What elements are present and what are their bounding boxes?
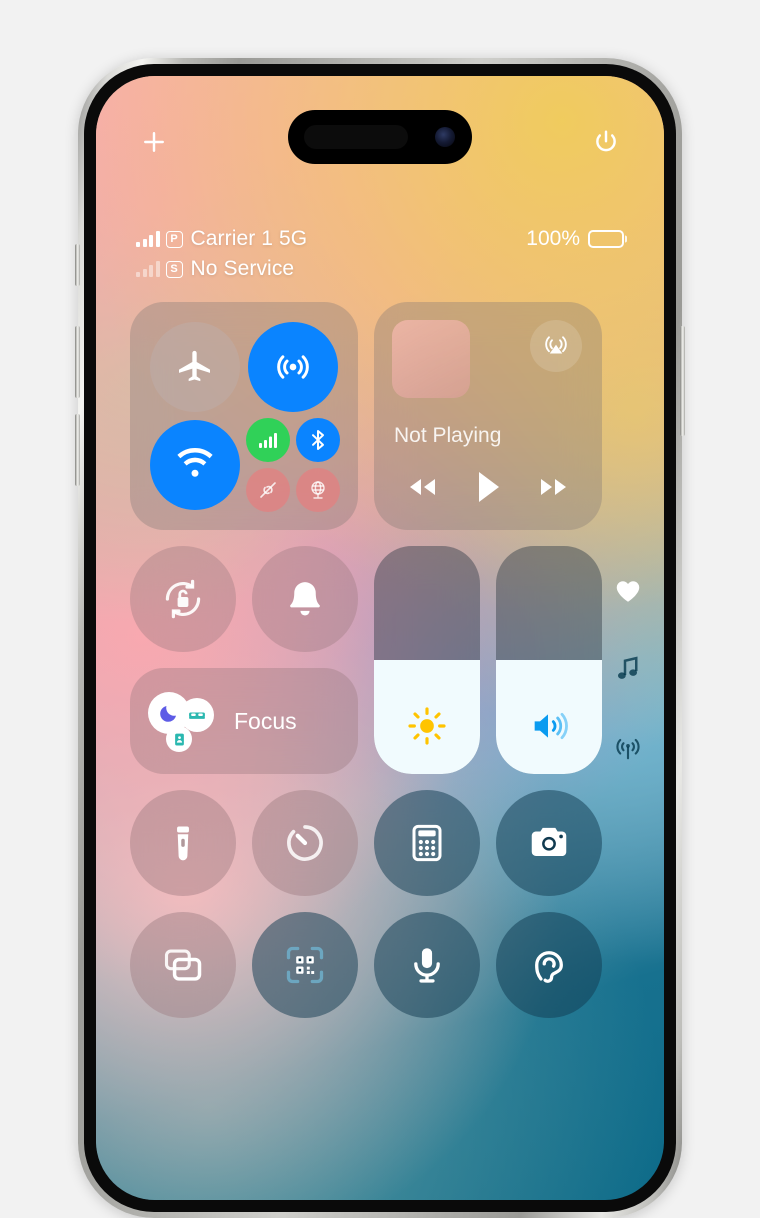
album-artwork — [392, 320, 470, 398]
power-icon[interactable] — [592, 128, 620, 156]
play-button[interactable] — [471, 468, 505, 506]
status-bar: P Carrier 1 5G 100% S No Service — [96, 224, 664, 284]
code-scanner-button[interactable] — [252, 912, 358, 1018]
battery-icon — [588, 230, 624, 248]
airplane-mode-toggle[interactable] — [150, 322, 240, 412]
status-line-primary: P Carrier 1 5G 100% — [136, 224, 624, 254]
fast-forward-icon — [540, 479, 566, 495]
broadcast-icon — [616, 738, 640, 760]
camera-button[interactable] — [496, 790, 602, 896]
silent-mode-toggle[interactable] — [252, 546, 358, 652]
speaker-icon — [534, 712, 568, 740]
flashlight-button[interactable] — [130, 790, 236, 896]
sim-badge-secondary: S — [165, 260, 183, 278]
plus-icon[interactable] — [140, 128, 168, 156]
cellular-data-toggle[interactable] — [246, 418, 290, 462]
airdrop-icon — [277, 355, 309, 379]
bluetooth-toggle[interactable] — [296, 418, 340, 462]
phone-screen: P Carrier 1 5G 100% S No Service Not Pla… — [96, 76, 664, 1200]
signal-bars-secondary — [136, 261, 160, 277]
top-controls-bar — [96, 122, 664, 162]
focus-icon-stack — [148, 688, 224, 754]
bell-icon — [290, 582, 320, 616]
volume-icon-wrap — [496, 706, 602, 746]
timer-icon — [287, 825, 323, 861]
left-controls-column: Focus — [130, 546, 358, 774]
wifi-toggle[interactable] — [150, 420, 240, 510]
media-transport-controls — [374, 468, 602, 506]
airdrop-toggle[interactable] — [248, 322, 338, 412]
media-module: Not Playing — [374, 302, 602, 530]
play-icon — [478, 472, 499, 502]
focus-label: Focus — [234, 707, 297, 734]
vpn-toggle[interactable] — [296, 468, 340, 512]
airplane-icon — [179, 350, 210, 382]
cellular-icon — [259, 433, 277, 448]
qr-code-icon — [286, 946, 324, 984]
connectivity-module — [130, 302, 358, 530]
rewind-icon — [410, 479, 436, 495]
screen-mirroring-button[interactable] — [130, 912, 236, 1018]
heart-icon — [616, 581, 640, 602]
brightness-slider[interactable] — [374, 546, 480, 774]
app-shortcuts-grid — [130, 790, 630, 1018]
airplay-button[interactable] — [530, 320, 582, 372]
work-icon — [166, 726, 192, 752]
volume-up-button[interactable] — [75, 326, 80, 398]
hotspot-icon — [260, 482, 276, 498]
rewind-button[interactable] — [404, 472, 442, 502]
status-line-secondary: S No Service — [136, 254, 624, 284]
focus-button[interactable]: Focus — [130, 668, 358, 774]
phone-bezel: P Carrier 1 5G 100% S No Service Not Pla… — [84, 64, 676, 1212]
vpn-globe-icon — [311, 481, 325, 499]
fast-forward-button[interactable] — [534, 472, 572, 502]
brightness-icon-wrap — [374, 706, 480, 746]
calculator-icon — [412, 824, 442, 862]
page-indicator-rail — [606, 576, 650, 762]
sun-icon — [408, 707, 446, 745]
personal-hotspot-toggle[interactable] — [246, 468, 290, 512]
signal-bars-primary — [136, 231, 160, 247]
rotation-lock-toggle[interactable] — [130, 546, 236, 652]
media-page-button[interactable] — [613, 654, 643, 684]
connectivity-page-button[interactable] — [613, 732, 643, 762]
camera-icon — [531, 827, 567, 857]
bluetooth-icon — [312, 430, 324, 450]
secondary-toggles-group — [246, 418, 340, 512]
media-title-label: Not Playing — [394, 424, 502, 447]
sim-badge-primary: P — [165, 230, 183, 248]
carrier-label-primary: Carrier 1 5G — [190, 227, 308, 250]
action-button[interactable] — [75, 244, 80, 286]
hearing-button[interactable] — [496, 912, 602, 1018]
favorites-page-button[interactable] — [612, 576, 644, 606]
rotation-lock-icon — [165, 579, 201, 619]
timer-button[interactable] — [252, 790, 358, 896]
side-power-button[interactable] — [680, 326, 685, 436]
music-note-icon — [618, 656, 638, 679]
screen-mirroring-icon — [164, 949, 202, 981]
volume-slider[interactable] — [496, 546, 602, 774]
phone-frame: P Carrier 1 5G 100% S No Service Not Pla… — [75, 58, 685, 1218]
battery-percent-label: 100% — [526, 227, 580, 250]
calculator-button[interactable] — [374, 790, 480, 896]
airplay-icon — [545, 336, 567, 354]
wifi-icon — [177, 447, 213, 477]
control-center: Not Playing Focus — [130, 302, 630, 1018]
carrier-label-secondary: No Service — [190, 257, 295, 280]
hearing-ear-icon — [535, 951, 563, 983]
voice-memo-button[interactable] — [374, 912, 480, 1018]
volume-down-button[interactable] — [75, 414, 80, 486]
flashlight-icon — [177, 826, 189, 861]
microphone-icon — [414, 948, 440, 983]
sliders-group — [374, 546, 602, 774]
